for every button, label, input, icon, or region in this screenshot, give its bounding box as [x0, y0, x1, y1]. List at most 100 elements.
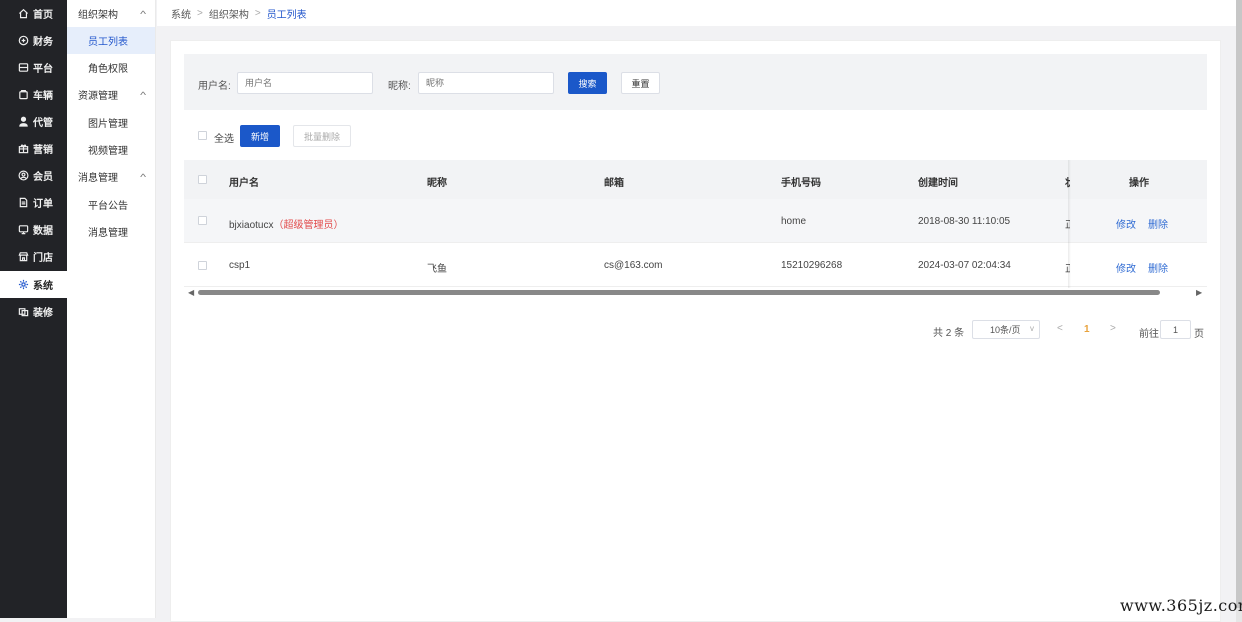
nav-item-custody[interactable]: 代管: [0, 108, 67, 135]
goto-page-input[interactable]: 1: [1160, 320, 1191, 339]
subnav-group-resources[interactable]: 资源管理 ^: [67, 81, 155, 108]
nav-item-orders[interactable]: 订单: [0, 189, 67, 216]
nav-item-label: 会员: [33, 172, 53, 183]
add-button[interactable]: 新增: [240, 125, 280, 147]
subnav-item-announcements[interactable]: 平台公告: [67, 191, 155, 218]
column-header-nickname: 昵称: [427, 178, 447, 189]
subnav-item-images[interactable]: 图片管理: [67, 109, 155, 136]
brush-icon: [18, 306, 29, 317]
nickname-label: 昵称:: [388, 81, 411, 92]
nav-item-label: 营销: [33, 145, 53, 156]
reset-button[interactable]: 重置: [621, 72, 660, 94]
server-icon: [18, 62, 29, 73]
username-text: bjxiaotucx: [229, 220, 274, 231]
row-checkbox[interactable]: [198, 261, 207, 270]
prev-page-icon[interactable]: <: [1057, 323, 1063, 334]
chevron-down-icon: v: [1030, 324, 1034, 333]
subnav-item-label: 平台公告: [88, 201, 128, 212]
page-size-select[interactable]: 10条/页 v: [972, 320, 1040, 339]
subnav-group-messages[interactable]: 消息管理 ^: [67, 163, 155, 190]
cell-created: 2018-08-30 11:10:05: [918, 216, 1011, 227]
cart-icon: [18, 89, 29, 100]
column-header-created: 创建时间: [918, 178, 958, 189]
nav-item-finance[interactable]: 财务: [0, 27, 67, 54]
document-icon: [18, 197, 29, 208]
nav-item-label: 门店: [33, 253, 53, 264]
scroll-right-arrow-icon[interactable]: ▶: [1196, 288, 1202, 297]
column-header-actions: 操作: [1129, 178, 1149, 189]
column-header-email: 邮箱: [604, 178, 624, 189]
nav-item-decoration[interactable]: 装修: [0, 298, 67, 325]
cell-email: cs@163.com: [604, 260, 663, 271]
nav-item-label: 首页: [33, 10, 53, 21]
nav-item-data[interactable]: 数据: [0, 216, 67, 243]
subnav-group-label: 资源管理: [78, 91, 118, 102]
nav-item-label: 装修: [33, 308, 53, 319]
cell-phone: 15210296268: [781, 260, 843, 271]
username-text: csp1: [229, 260, 251, 271]
subnav-item-videos[interactable]: 视频管理: [67, 136, 155, 163]
page-scrollbar-thumb[interactable]: [1236, 0, 1242, 608]
goto-prefix: 前往: [1139, 329, 1159, 340]
select-all-checkbox[interactable]: [198, 131, 207, 140]
batch-delete-button[interactable]: 批量删除: [293, 125, 351, 147]
subnav-item-label: 员工列表: [88, 37, 128, 48]
monitor-icon: [18, 224, 29, 235]
select-all-label: 全选: [214, 134, 234, 145]
page-vertical-scrollbar[interactable]: [1236, 0, 1242, 622]
nav-item-label: 数据: [33, 226, 53, 237]
edit-link[interactable]: 修改: [1116, 260, 1136, 275]
edit-link[interactable]: 修改: [1116, 216, 1136, 231]
page-size-value: 10条/页: [990, 325, 1021, 335]
subnav-group-label: 消息管理: [78, 173, 118, 184]
nav-item-member[interactable]: 会员: [0, 162, 67, 189]
table-horizontal-scrollbar[interactable]: ◀ ▶: [184, 287, 1207, 298]
subnav-item-role-permissions[interactable]: 角色权限: [67, 54, 155, 81]
nav-item-label: 财务: [33, 37, 53, 48]
subnav-item-message-management[interactable]: 消息管理: [67, 218, 155, 245]
header-checkbox[interactable]: [198, 175, 207, 184]
nav-item-store[interactable]: 门店: [0, 243, 67, 270]
nav-item-system[interactable]: 系统: [0, 271, 67, 298]
column-header-phone: 手机号码: [781, 178, 821, 189]
row-checkbox[interactable]: [198, 216, 207, 225]
nav-item-label: 系统: [33, 281, 53, 292]
subnav-item-label: 图片管理: [88, 119, 128, 130]
pagination-total: 共 2 条: [933, 328, 965, 339]
delete-link[interactable]: 删除: [1148, 260, 1168, 275]
delete-link[interactable]: 删除: [1148, 216, 1168, 231]
goto-page-value: 1: [1172, 324, 1178, 335]
chevron-right-icon: >: [197, 7, 203, 19]
watermark: www.365jz.com: [1120, 596, 1242, 615]
scroll-left-arrow-icon[interactable]: ◀: [188, 288, 194, 297]
subnav-group-org[interactable]: 组织架构 ^: [67, 0, 155, 27]
shield-icon: [18, 35, 29, 46]
next-page-icon[interactable]: >: [1110, 323, 1116, 334]
member-icon: [18, 170, 29, 181]
search-button[interactable]: 搜索: [568, 72, 607, 94]
scrollbar-thumb[interactable]: [198, 290, 1160, 295]
nav-item-platform[interactable]: 平台: [0, 54, 67, 81]
user-icon: [18, 116, 29, 127]
nav-item-home[interactable]: 首页: [0, 0, 67, 27]
nav-item-vehicle[interactable]: 车辆: [0, 81, 67, 108]
current-page[interactable]: 1: [1084, 324, 1090, 335]
nickname-input[interactable]: [418, 72, 554, 94]
subnav-item-label: 角色权限: [88, 64, 128, 75]
main-nav: 首页 财务 平台 车辆 代管 营销 会员 订单 数据 门店 系统 装修: [0, 0, 67, 618]
home-icon: [18, 8, 29, 19]
breadcrumb-item-org[interactable]: 组织架构: [209, 6, 249, 21]
username-input[interactable]: [237, 72, 373, 94]
column-header-username: 用户名: [229, 178, 259, 189]
store-icon: [18, 251, 29, 262]
subnav-item-label: 消息管理: [88, 228, 128, 239]
nav-item-label: 车辆: [33, 91, 53, 102]
subnav-item-employee-list[interactable]: 员工列表: [67, 27, 155, 54]
nav-item-marketing[interactable]: 营销: [0, 135, 67, 162]
cell-phone: home: [781, 216, 807, 227]
table-row: [184, 243, 1207, 287]
breadcrumb-item-system[interactable]: 系统: [171, 6, 191, 21]
sub-nav: 组织架构 ^ 员工列表 角色权限 资源管理 ^ 图片管理 视频管理 消息管理 ^…: [67, 0, 156, 618]
cell-username: csp1: [229, 260, 250, 271]
chevron-up-icon: ^: [139, 8, 146, 19]
